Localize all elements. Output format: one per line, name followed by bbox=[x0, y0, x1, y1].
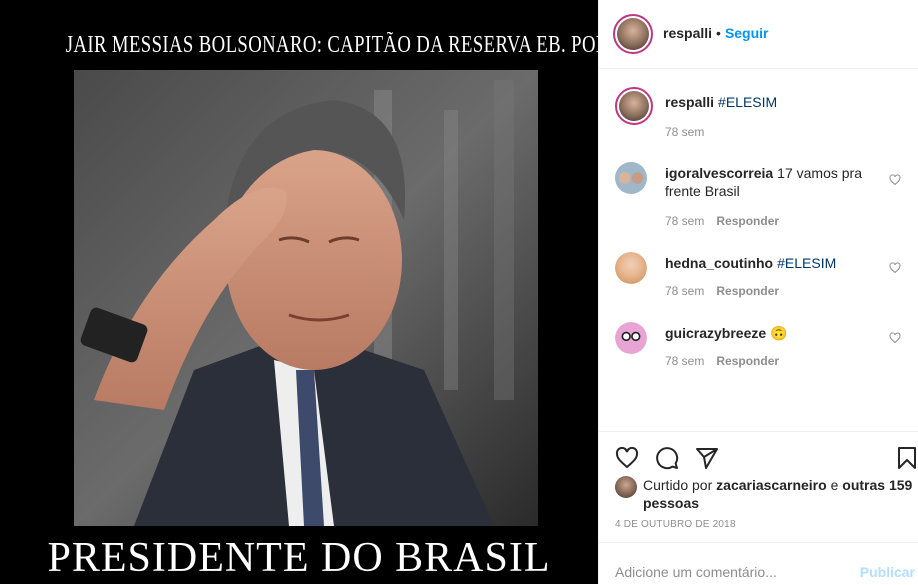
comment-username[interactable]: igoralvescorreia bbox=[665, 165, 773, 181]
comment-like-heart-icon[interactable] bbox=[889, 174, 901, 186]
post-photo bbox=[74, 70, 538, 526]
comment-hashtag[interactable]: #ELESIM bbox=[777, 255, 836, 271]
comment-text: igoralvescorreia 17 vamos pra frente Bras… bbox=[665, 164, 887, 200]
comment-text: hedna_coutinho #ELESIM bbox=[665, 254, 887, 272]
comment-emoji: 🙃 bbox=[770, 325, 788, 341]
publish-button[interactable]: Publicar bbox=[860, 564, 915, 580]
comment-icon[interactable] bbox=[655, 446, 679, 470]
comment-time[interactable]: 78 sem bbox=[665, 354, 704, 368]
comment-text: guicrazybreeze 🙃 bbox=[665, 324, 887, 342]
bookmark-icon[interactable] bbox=[895, 446, 918, 470]
header-user-line: respalli • Seguir bbox=[663, 25, 769, 43]
comment-meta: 78 sem Responder bbox=[665, 284, 779, 298]
add-comment-bar: Adicione um comentário... Publicar bbox=[599, 542, 918, 585]
comment-avatar[interactable] bbox=[615, 322, 647, 354]
comment-item: hedna_coutinho #ELESIM 78 sem Responder bbox=[615, 252, 905, 302]
comment-item: igoralvescorreia 17 vamos pra frente Bras… bbox=[615, 162, 905, 232]
post-header: respalli • Seguir bbox=[599, 0, 918, 69]
liker-username[interactable]: zacariascarneiro bbox=[716, 477, 827, 493]
media-top-caption: JAIR MESSIAS BOLSONARO: CAPITÃO DA RESER… bbox=[65, 32, 598, 58]
post-media[interactable]: JAIR MESSIAS BOLSONARO: CAPITÃO DA RESER… bbox=[0, 0, 598, 584]
caption-username[interactable]: respalli bbox=[665, 94, 714, 110]
comment-like-heart-icon[interactable] bbox=[889, 262, 901, 274]
caption-meta: 78 sem bbox=[665, 125, 704, 139]
likes-text: Curtido por zacariascarneiro e outras 15… bbox=[643, 476, 913, 512]
caption-avatar[interactable] bbox=[615, 87, 653, 125]
likes-conj: e bbox=[830, 477, 839, 493]
liker-avatar[interactable] bbox=[615, 476, 637, 498]
comment-like-heart-icon[interactable] bbox=[889, 332, 901, 344]
header-separator: • bbox=[716, 25, 721, 41]
comment-item: guicrazybreeze 🙃 78 sem Responder bbox=[615, 322, 905, 372]
portrait-illustration bbox=[74, 70, 538, 526]
heart-icon[interactable] bbox=[615, 446, 639, 470]
caption-hashtag[interactable]: #ELESIM bbox=[718, 94, 777, 110]
caption-time[interactable]: 78 sem bbox=[665, 125, 704, 139]
share-icon[interactable] bbox=[695, 446, 719, 470]
comment-meta: 78 sem Responder bbox=[665, 214, 779, 228]
reply-button[interactable]: Responder bbox=[716, 354, 779, 368]
post-side-panel: respalli • Seguir respalli #ELESIM 78 sem bbox=[598, 0, 918, 584]
comment-avatar[interactable] bbox=[615, 252, 647, 284]
comment-meta: 78 sem Responder bbox=[665, 354, 779, 368]
post-date[interactable]: 4 DE OUTUBRO DE 2018 bbox=[615, 519, 736, 530]
comment-time[interactable]: 78 sem bbox=[665, 214, 704, 228]
follow-button[interactable]: Seguir bbox=[725, 25, 769, 41]
author-avatar[interactable] bbox=[613, 14, 653, 54]
comment-avatar[interactable] bbox=[615, 162, 647, 194]
caption-text-line: respalli #ELESIM bbox=[665, 93, 887, 111]
post-caption: respalli #ELESIM 78 sem bbox=[615, 87, 905, 147]
comment-username[interactable]: guicrazybreeze bbox=[665, 325, 766, 341]
reply-button[interactable]: Responder bbox=[716, 284, 779, 298]
header-username[interactable]: respalli bbox=[663, 25, 712, 41]
instagram-post: JAIR MESSIAS BOLSONARO: CAPITÃO DA RESER… bbox=[0, 0, 918, 584]
likes-prefix: Curtido por bbox=[643, 477, 713, 493]
comments-list[interactable]: respalli #ELESIM 78 sem igoralvescorreia 1… bbox=[599, 69, 918, 431]
comment-input[interactable]: Adicione um comentário... bbox=[615, 564, 777, 580]
media-bottom-caption: PRESIDENTE DO BRASIL bbox=[47, 535, 551, 581]
comment-username[interactable]: hedna_coutinho bbox=[665, 255, 773, 271]
comment-time[interactable]: 78 sem bbox=[665, 284, 704, 298]
reply-button[interactable]: Responder bbox=[716, 214, 779, 228]
